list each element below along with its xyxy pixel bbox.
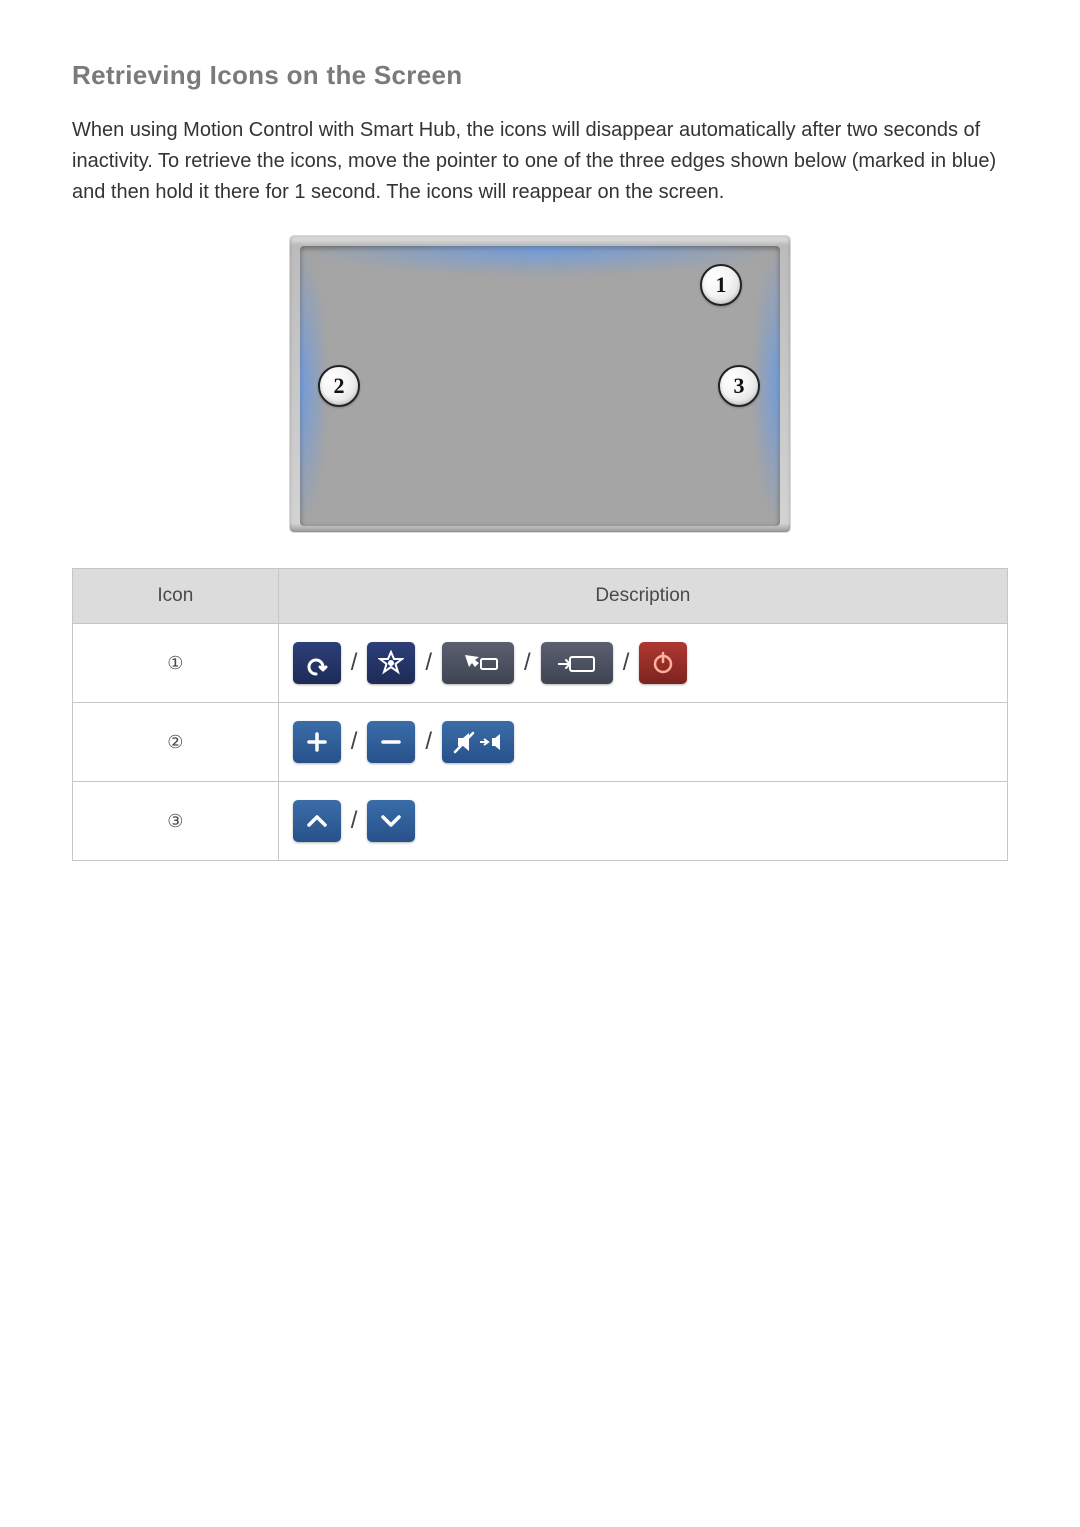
smarthub-icon bbox=[367, 642, 415, 684]
table-row: ② / / bbox=[73, 703, 1008, 782]
separator-icon: / bbox=[347, 807, 362, 835]
volume-up-icon bbox=[293, 721, 341, 763]
separator-icon: / bbox=[421, 728, 436, 756]
separator-icon: / bbox=[347, 728, 362, 756]
separator-icon: / bbox=[619, 649, 634, 677]
row-description: / / / / bbox=[278, 624, 1007, 703]
power-icon bbox=[639, 642, 687, 684]
callout-1: 1 bbox=[700, 264, 742, 306]
channel-up-icon bbox=[293, 800, 341, 842]
return-icon bbox=[293, 642, 341, 684]
table-row: ③ / bbox=[73, 782, 1008, 861]
callout-3: 3 bbox=[718, 365, 760, 407]
col-header-icon: Icon bbox=[73, 569, 279, 624]
tv-screen: 1 2 3 bbox=[300, 246, 780, 526]
pointer-icon bbox=[442, 642, 514, 684]
tv-diagram: 1 2 3 bbox=[290, 236, 790, 532]
mute-icon bbox=[442, 721, 514, 763]
row-description: / / bbox=[278, 703, 1007, 782]
volume-down-icon bbox=[367, 721, 415, 763]
source-icon bbox=[541, 642, 613, 684]
row-label: ② bbox=[73, 703, 279, 782]
channel-down-icon bbox=[367, 800, 415, 842]
tv-frame: 1 2 3 bbox=[290, 236, 790, 532]
page-title: Retrieving Icons on the Screen bbox=[72, 60, 1008, 91]
table-row: ① / / / bbox=[73, 624, 1008, 703]
separator-icon: / bbox=[347, 649, 362, 677]
separator-icon: / bbox=[421, 649, 436, 677]
callout-2: 2 bbox=[318, 365, 360, 407]
row-label: ① bbox=[73, 624, 279, 703]
separator-icon: / bbox=[520, 649, 535, 677]
row-description: / bbox=[278, 782, 1007, 861]
col-header-description: Description bbox=[278, 569, 1007, 624]
page-root: Retrieving Icons on the Screen When usin… bbox=[0, 0, 1080, 1527]
row-label: ③ bbox=[73, 782, 279, 861]
icon-description-table: Icon Description ① / / bbox=[72, 568, 1008, 861]
intro-paragraph: When using Motion Control with Smart Hub… bbox=[72, 115, 1008, 208]
